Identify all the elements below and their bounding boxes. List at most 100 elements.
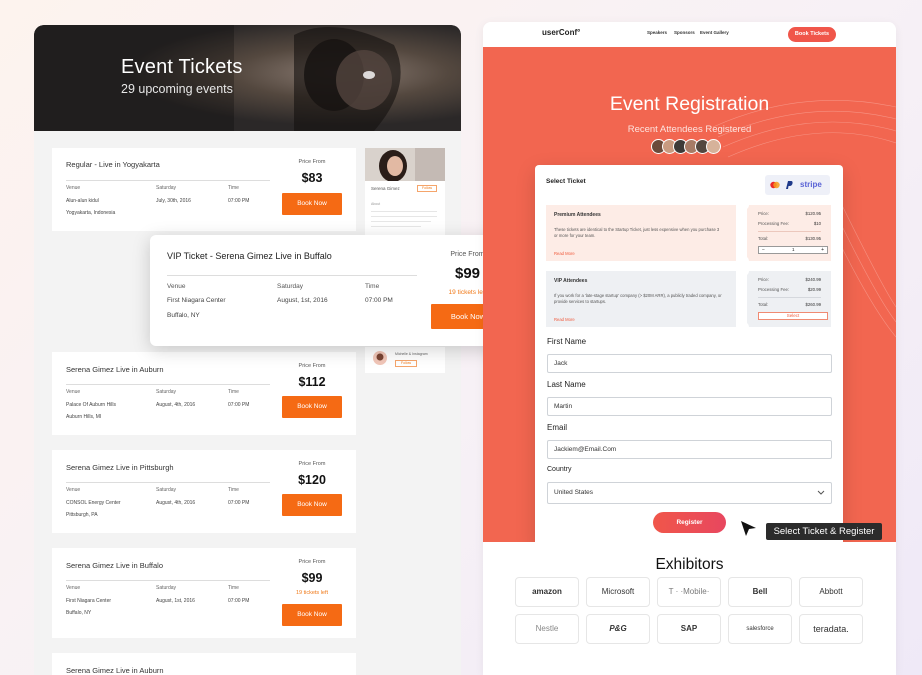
price-label: Price From xyxy=(298,559,326,565)
registration-panel: userConf° Speakers Sponsors Event Galler… xyxy=(483,22,896,675)
quantity-stepper[interactable]: − 1 + xyxy=(758,246,828,254)
artist-photo xyxy=(365,148,445,181)
date: August, 4th, 2016 xyxy=(156,402,196,408)
price: $112 xyxy=(298,375,326,389)
quantity-value: 1 xyxy=(792,247,795,252)
first-name-input[interactable]: Jack xyxy=(547,354,832,373)
cursor-arrow-icon xyxy=(741,521,756,536)
nav-link-event-gallery[interactable]: Event Gallery xyxy=(700,30,729,35)
book-tickets-button[interactable]: Book Tickets xyxy=(788,27,836,42)
price-label: Price From xyxy=(298,461,326,467)
book-now-button[interactable]: Book Now xyxy=(282,604,342,626)
price-label: Price: xyxy=(758,277,769,282)
paypal-icon xyxy=(786,181,793,189)
date-label: Saturday xyxy=(156,585,177,591)
ticket-card: Regular - Live in Yogyakarta Venue Satur… xyxy=(52,148,356,231)
ticket-title: Serena Gimez Live in Buffalo xyxy=(66,561,163,570)
address: Yogyakarta, Indonesia xyxy=(66,210,116,216)
exhibitor-logo-tmobile: T · ·Mobile· xyxy=(657,577,721,607)
text-placeholder-line xyxy=(371,226,421,227)
registration-title: Event Registration xyxy=(609,93,770,115)
minus-icon[interactable]: − xyxy=(762,247,765,253)
time: 07:00 PM xyxy=(228,402,250,408)
select-ticket-heading: Select Ticket xyxy=(546,178,586,185)
exhibitor-logo-nestle: Nestle xyxy=(515,614,579,644)
price-label: Price: xyxy=(758,211,769,216)
ticket-notch xyxy=(739,266,749,276)
divider xyxy=(167,275,417,276)
option-description: These tickets are identical to the Start… xyxy=(554,227,720,238)
date-label: Saturday xyxy=(156,185,177,191)
register-button[interactable]: Register xyxy=(653,512,726,533)
hero-subtitle: 29 upcoming events xyxy=(121,82,233,96)
plus-icon[interactable]: + xyxy=(821,247,824,253)
registration-hero: Event Registration Recent Attendees Regi… xyxy=(483,47,896,542)
site-logo[interactable]: userConf° xyxy=(542,28,580,37)
mastercard-icon xyxy=(770,181,780,189)
total-label: Total: xyxy=(758,302,769,307)
registration-form: Select Ticket stripe Premium Attendees T… xyxy=(535,165,843,542)
last-name-input[interactable]: Martin xyxy=(547,397,832,416)
nav-link-speakers[interactable]: Speakers xyxy=(647,30,667,35)
country-select[interactable]: United States xyxy=(547,482,832,504)
price: $83 xyxy=(301,171,323,185)
address: Buffalo, NY xyxy=(66,610,92,616)
exhibitors-title: Exhibitors xyxy=(655,556,724,573)
event-tickets-panel: Event Tickets 29 upcoming events Regular… xyxy=(34,25,461,675)
venue: First Niagara Center xyxy=(66,598,112,604)
ticket-notch xyxy=(739,256,749,266)
stripe-icon: stripe xyxy=(800,180,822,189)
date-label: Saturday xyxy=(277,283,304,290)
exhibitor-logo-amazon: amazon xyxy=(515,577,579,607)
price-label: Price From xyxy=(298,363,326,369)
book-now-button[interactable]: Book Now xyxy=(282,193,342,215)
price-value: $120.95 xyxy=(805,211,821,216)
read-more-link[interactable]: Read More xyxy=(554,317,575,322)
date: August, 1st, 2016 xyxy=(156,598,195,604)
follow-button[interactable]: Follow xyxy=(417,185,437,192)
ticket-option-premium[interactable]: Premium Attendees These tickets are iden… xyxy=(546,200,831,266)
time: 07:00 PM xyxy=(228,500,250,506)
exhibitor-logo-abbott: Abbott xyxy=(799,577,863,607)
first-name-value: Jack xyxy=(554,360,568,367)
book-now-button[interactable]: Book Now xyxy=(282,396,342,418)
last-name-value: Martin xyxy=(554,403,573,410)
vip-ticket-card: VIP Ticket - Serena Gimez Live in Buffal… xyxy=(150,235,522,346)
country-value: United States xyxy=(554,489,594,496)
ticket-card: Serena Gimez Live in Auburn xyxy=(52,653,356,675)
book-now-button[interactable]: Book Now xyxy=(282,494,342,516)
ticket-option-vip[interactable]: VIP Attendees If you work for a 'late-st… xyxy=(546,266,831,332)
top-nav: userConf° Speakers Sponsors Event Galler… xyxy=(483,22,896,47)
attendees-subtitle: Recent Attendees Registered xyxy=(627,124,752,135)
date: August, 1st, 2016 xyxy=(277,297,328,304)
address: Pittsburgh, PA xyxy=(66,512,98,518)
exhibitor-logo-microsoft: Microsoft xyxy=(586,577,650,607)
divider xyxy=(758,231,821,232)
last-name-label: Last Name xyxy=(547,380,586,389)
tooltip: Select Ticket & Register xyxy=(766,523,882,540)
nav-link-sponsors[interactable]: Sponsors xyxy=(674,30,695,35)
venue-label: Venue xyxy=(66,389,81,395)
time-label: Time xyxy=(228,185,239,191)
date-label: Saturday xyxy=(156,487,177,493)
ticket-title: Serena Gimez Live in Auburn xyxy=(66,666,164,675)
venue: Alun-alun kidul xyxy=(66,198,99,204)
option-details: Premium Attendees These tickets are iden… xyxy=(546,205,736,261)
exhibitor-logo-sap: SAP xyxy=(657,614,721,644)
fee-label: Processing Fee: xyxy=(758,287,790,292)
option-details: VIP Attendees If you work for a 'late-st… xyxy=(546,271,736,327)
price-value: $240.99 xyxy=(805,277,821,282)
date: August, 4th, 2016 xyxy=(156,500,196,506)
about-label: About xyxy=(371,202,381,206)
email-input[interactable]: Jackiem@Email.Com xyxy=(547,440,832,459)
venue-label: Venue xyxy=(66,185,81,191)
ticket-notch xyxy=(739,322,749,332)
follow-button[interactable]: Follow xyxy=(395,360,417,367)
text-placeholder-line xyxy=(371,216,437,217)
option-title: Premium Attendees xyxy=(554,212,601,218)
option-pricing: Price: $120.95 Processing Fee: $10 Total… xyxy=(747,205,831,261)
read-more-link[interactable]: Read More xyxy=(554,251,575,256)
option-title: VIP Attendees xyxy=(554,278,588,284)
select-button[interactable]: Select xyxy=(758,312,828,320)
email-value: Jackiem@Email.Com xyxy=(554,446,617,453)
